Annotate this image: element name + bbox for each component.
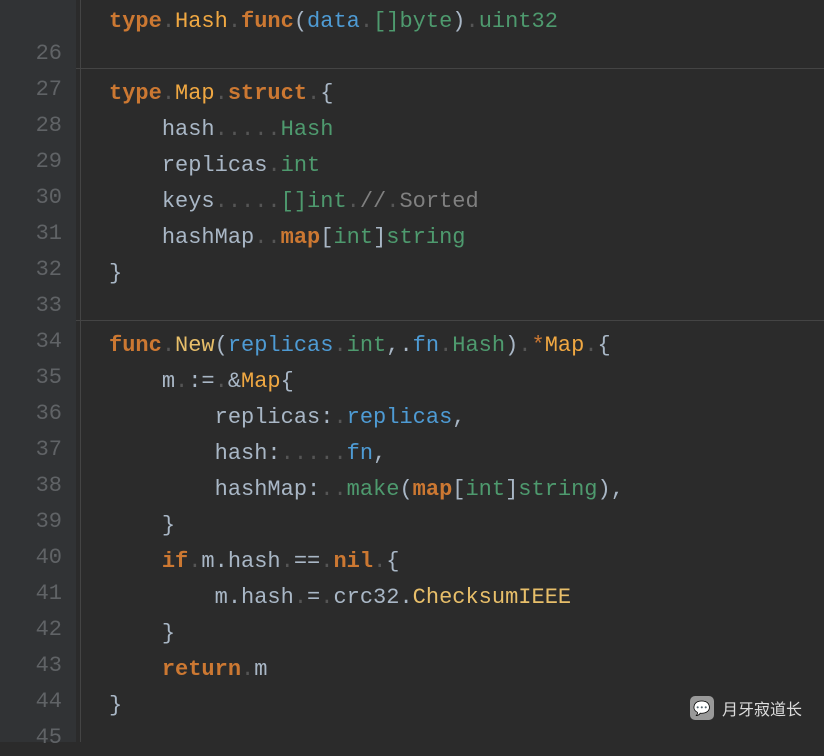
code-content[interactable]: type.Hash.func(data.[]byte).uint32 type.… [76, 0, 824, 742]
line-number: 28 [10, 108, 62, 144]
code-line-40: } [81, 508, 824, 544]
code-line-26: type.Hash.func(data.[]byte).uint32 [81, 4, 824, 40]
line-number: 39 [10, 504, 62, 540]
line-number: 42 [10, 612, 62, 648]
line-number: 31 [10, 216, 62, 252]
line-number: 33 [10, 288, 62, 324]
watermark: 💬 月牙寂道长 [690, 696, 802, 720]
line-number: 37 [10, 432, 62, 468]
line-number: 36 [10, 396, 62, 432]
code-line-33: } [81, 256, 824, 292]
line-number: 35 [10, 360, 62, 396]
line-number: 38 [10, 468, 62, 504]
line-number: 43 [10, 648, 62, 684]
code-editor: 25 26 27 28 29 30 31 32 33 34 35 36 37 3… [0, 0, 824, 742]
code-line-35: func.New(replicas.int,.fn.Hash).*Map.{ [81, 328, 824, 364]
watermark-text: 月牙寂道长 [722, 696, 802, 720]
line-number: 32 [10, 252, 62, 288]
code-line-31: keys.....[]int.//.Sorted [81, 184, 824, 220]
line-number: 34 [10, 324, 62, 360]
line-number: 30 [10, 180, 62, 216]
code-line-42: m.hash.=.crc32.ChecksumIEEE [81, 580, 824, 616]
line-number: 27 [10, 72, 62, 108]
line-number: 29 [10, 144, 62, 180]
line-number: 41 [10, 576, 62, 612]
code-line-28: type.Map.struct.{ [81, 76, 824, 112]
code-line-39: hashMap:..make(map[int]string), [81, 472, 824, 508]
code-line-36: m.:=.&Map{ [81, 364, 824, 400]
code-line-29: hash.....Hash [81, 112, 824, 148]
code-line-43: } [81, 616, 824, 652]
line-number: 45 [10, 720, 62, 756]
code-line-34 [81, 292, 824, 328]
code-line-41: if.m.hash.==.nil.{ [81, 544, 824, 580]
code-line-27 [81, 40, 824, 76]
line-gutter: 25 26 27 28 29 30 31 32 33 34 35 36 37 3… [0, 0, 76, 742]
code-line-37: replicas:.replicas, [81, 400, 824, 436]
code-line-44: return.m [81, 652, 824, 688]
line-number: 26 [10, 36, 62, 72]
line-number: 44 [10, 684, 62, 720]
code-line-32: hashMap..map[int]string [81, 220, 824, 256]
code-line-38: hash:.....fn, [81, 436, 824, 472]
code-line-30: replicas.int [81, 148, 824, 184]
line-number: 40 [10, 540, 62, 576]
wechat-icon: 💬 [690, 696, 714, 720]
